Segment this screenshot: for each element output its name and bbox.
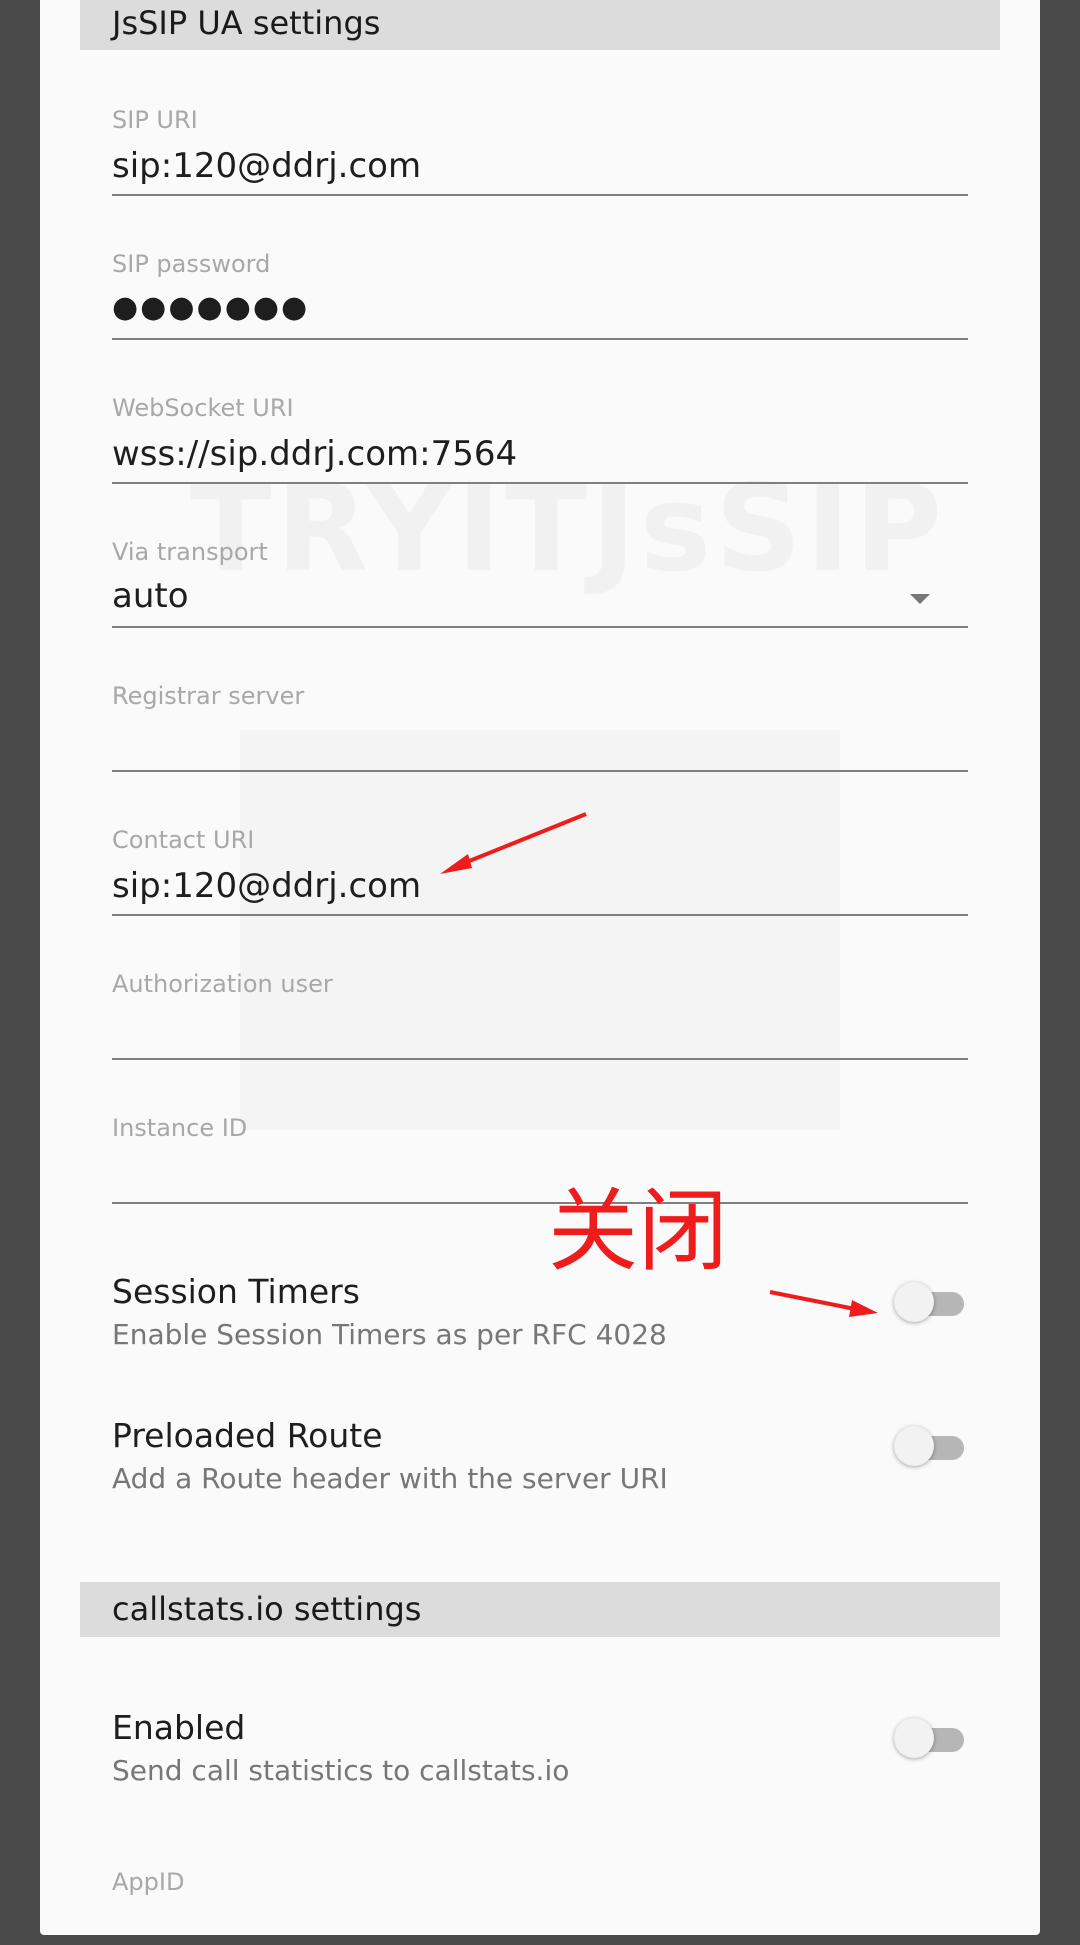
authorization-user-label: Authorization user: [112, 970, 333, 998]
session-timers-toggle[interactable]: [894, 1282, 964, 1322]
preloaded-route-desc: Add a Route header with the server URI: [112, 1462, 668, 1495]
registrar-server-underline: [112, 770, 968, 772]
sip-password-field[interactable]: SIP password ●●●●●●●: [112, 250, 968, 342]
sip-uri-label: SIP URI: [112, 106, 198, 134]
authorization-user-field[interactable]: Authorization user: [112, 970, 968, 1062]
websocket-uri-label: WebSocket URI: [112, 394, 294, 422]
contact-uri-field[interactable]: Contact URI sip:120@ddrj.com: [112, 826, 968, 918]
sip-password-underline: [112, 338, 968, 340]
via-transport-select[interactable]: Via transport auto: [112, 538, 968, 630]
instance-id-underline: [112, 1202, 968, 1204]
via-transport-label: Via transport: [112, 538, 268, 566]
sip-uri-underline: [112, 194, 968, 196]
via-transport-underline: [112, 626, 968, 628]
callstats-enabled-desc: Send call statistics to callstats.io: [112, 1754, 570, 1787]
preloaded-route-title: Preloaded Route: [112, 1416, 383, 1455]
preloaded-route-row: Preloaded Route Add a Route header with …: [112, 1416, 968, 1516]
app-id-field[interactable]: AppID: [112, 1868, 968, 1928]
settings-dialog: TRYITJsSIP JsSIP UA settings SIP URI sip…: [40, 0, 1040, 1935]
jssip-section-header: JsSIP UA settings: [80, 0, 1000, 50]
websocket-uri-input[interactable]: wss://sip.ddrj.com:7564: [112, 434, 517, 474]
instance-id-field[interactable]: Instance ID: [112, 1114, 968, 1206]
registrar-server-label: Registrar server: [112, 682, 305, 710]
contact-uri-underline: [112, 914, 968, 916]
chevron-down-icon[interactable]: [910, 594, 930, 604]
session-timers-desc: Enable Session Timers as per RFC 4028: [112, 1318, 667, 1351]
annotation-close-text: 关闭: [548, 1179, 728, 1284]
instance-id-label: Instance ID: [112, 1114, 248, 1142]
session-timers-title: Session Timers: [112, 1272, 360, 1311]
session-timers-row: Session Timers Enable Session Timers as …: [112, 1272, 968, 1372]
websocket-uri-field[interactable]: WebSocket URI wss://sip.ddrj.com:7564: [112, 394, 968, 486]
contact-uri-label: Contact URI: [112, 826, 255, 854]
callstats-enabled-thumb: [894, 1718, 934, 1758]
sip-uri-field[interactable]: SIP URI sip:120@ddrj.com: [112, 106, 968, 198]
preloaded-route-thumb: [894, 1426, 934, 1466]
callstats-enabled-row: Enabled Send call statistics to callstat…: [112, 1708, 968, 1808]
authorization-user-underline: [112, 1058, 968, 1060]
callstats-section-header: callstats.io settings: [80, 1582, 1000, 1637]
callstats-enabled-toggle[interactable]: [894, 1718, 964, 1758]
contact-uri-input[interactable]: sip:120@ddrj.com: [112, 866, 421, 906]
sip-password-label: SIP password: [112, 250, 271, 278]
session-timers-thumb: [894, 1282, 934, 1322]
registrar-server-field[interactable]: Registrar server: [112, 682, 968, 774]
sip-uri-input[interactable]: sip:120@ddrj.com: [112, 146, 421, 186]
sip-password-input[interactable]: ●●●●●●●: [112, 290, 309, 325]
preloaded-route-toggle[interactable]: [894, 1426, 964, 1466]
websocket-uri-underline: [112, 482, 968, 484]
callstats-enabled-title: Enabled: [112, 1708, 246, 1747]
background-card: [240, 730, 840, 1130]
via-transport-value[interactable]: auto: [112, 576, 189, 616]
app-id-label: AppID: [112, 1868, 185, 1896]
